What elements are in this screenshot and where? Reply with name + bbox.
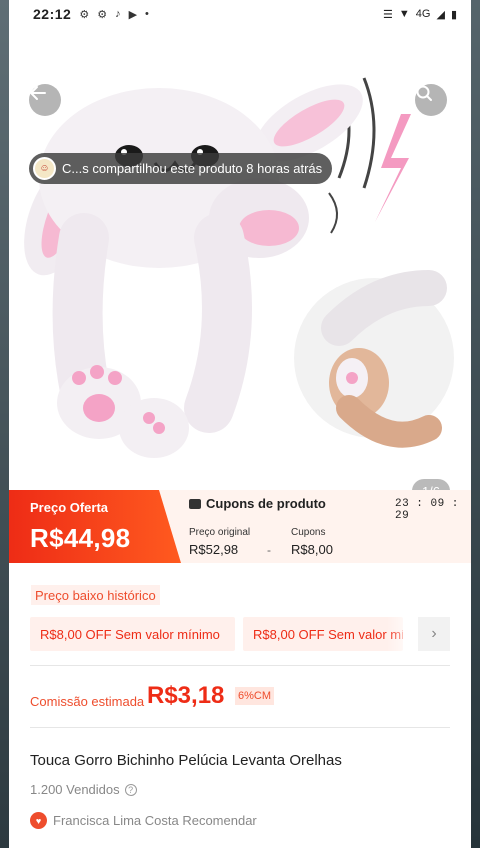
product-coupons-label: Cupons de produto xyxy=(206,496,326,511)
product-title: Touca Gorro Bichinho Pelúcia Levanta Ore… xyxy=(30,752,342,769)
commission-percent-badge: 6%CM xyxy=(235,687,275,705)
signal-icon: ◢ xyxy=(436,8,445,21)
offer-price: R$44,98 xyxy=(30,523,131,553)
commission-value: R$3,18 xyxy=(147,682,225,709)
countdown-timer: 23 : 09 : 29 xyxy=(395,498,459,522)
original-price-value: R$52,98 xyxy=(189,542,239,557)
chevron-right-icon[interactable]: › xyxy=(418,617,450,651)
recommend-icon: ♥ xyxy=(30,812,47,829)
recommender[interactable]: ♥ Francisca Lima Costa Recomendar xyxy=(30,812,257,829)
commission-label: Comissão estimada xyxy=(30,694,145,709)
wifi-icon: ▼ xyxy=(398,8,410,20)
back-button[interactable] xyxy=(29,84,61,116)
background-right xyxy=(471,0,480,848)
price-section: Preço Oferta R$44,98 Cupons de produto 2… xyxy=(9,490,471,563)
search-icon xyxy=(416,85,432,101)
divider xyxy=(30,727,450,728)
help-icon[interactable]: ? xyxy=(124,783,137,796)
original-price-label: Preço original xyxy=(189,527,251,538)
dot-icon: • xyxy=(145,8,149,20)
coupon-chip[interactable]: R$8,00 OFF Sem valor mínimo xyxy=(30,617,235,651)
network-type: 4G xyxy=(415,8,431,20)
vibrate-icon: ☰ xyxy=(383,8,393,21)
notification-icon: ⚙ xyxy=(79,8,90,21)
status-bar: 22:12 ⚙ ⚙ ♪ ▶ • ☰ ▼ 4G ◢ ▮ xyxy=(9,0,471,28)
coupons-label: Cupons xyxy=(291,527,326,538)
product-image xyxy=(24,77,454,458)
product-image-gallery[interactable]: ☺ C...s compartilhou este produto 8 hora… xyxy=(9,28,471,490)
youtube-icon: ▶ xyxy=(128,8,138,21)
arrow-left-icon xyxy=(30,86,46,100)
recommender-text: Francisca Lima Costa Recomendar xyxy=(53,813,257,828)
price-separator: - xyxy=(267,543,271,557)
product-coupons-title: Cupons de produto xyxy=(189,496,326,511)
search-button[interactable] xyxy=(415,84,447,116)
tiktok-icon: ♪ xyxy=(115,8,121,20)
sold-count: 1.200 Vendidos ? xyxy=(30,782,137,797)
share-toast: ☺ C...s compartilhou este produto 8 hora… xyxy=(29,153,333,184)
coupon-icon xyxy=(189,498,201,509)
historic-low-badge: Preço baixo histórico xyxy=(31,585,160,605)
coupon-chip[interactable]: R$8,00 OFF Sem valor mínimo xyxy=(243,617,403,651)
coupon-fade xyxy=(387,617,417,651)
notification-icon: ⚙ xyxy=(97,8,108,21)
coupons-value: R$8,00 xyxy=(291,542,333,557)
avatar: ☺ xyxy=(33,157,56,180)
sold-count-text: 1.200 Vendidos xyxy=(30,782,120,797)
image-counter: 1/6 xyxy=(412,479,450,490)
divider xyxy=(30,665,450,666)
status-time: 22:12 xyxy=(33,6,72,22)
background-left xyxy=(0,0,9,848)
share-toast-text: C...s compartilhou este produto 8 horas … xyxy=(62,161,323,176)
battery-icon: ▮ xyxy=(450,8,457,21)
offer-price-box: Preço Oferta R$44,98 xyxy=(9,490,181,563)
offer-label: Preço Oferta xyxy=(30,500,109,515)
app-screen: 22:12 ⚙ ⚙ ♪ ▶ • ☰ ▼ 4G ◢ ▮ ☺ C...s compa… xyxy=(9,0,471,848)
